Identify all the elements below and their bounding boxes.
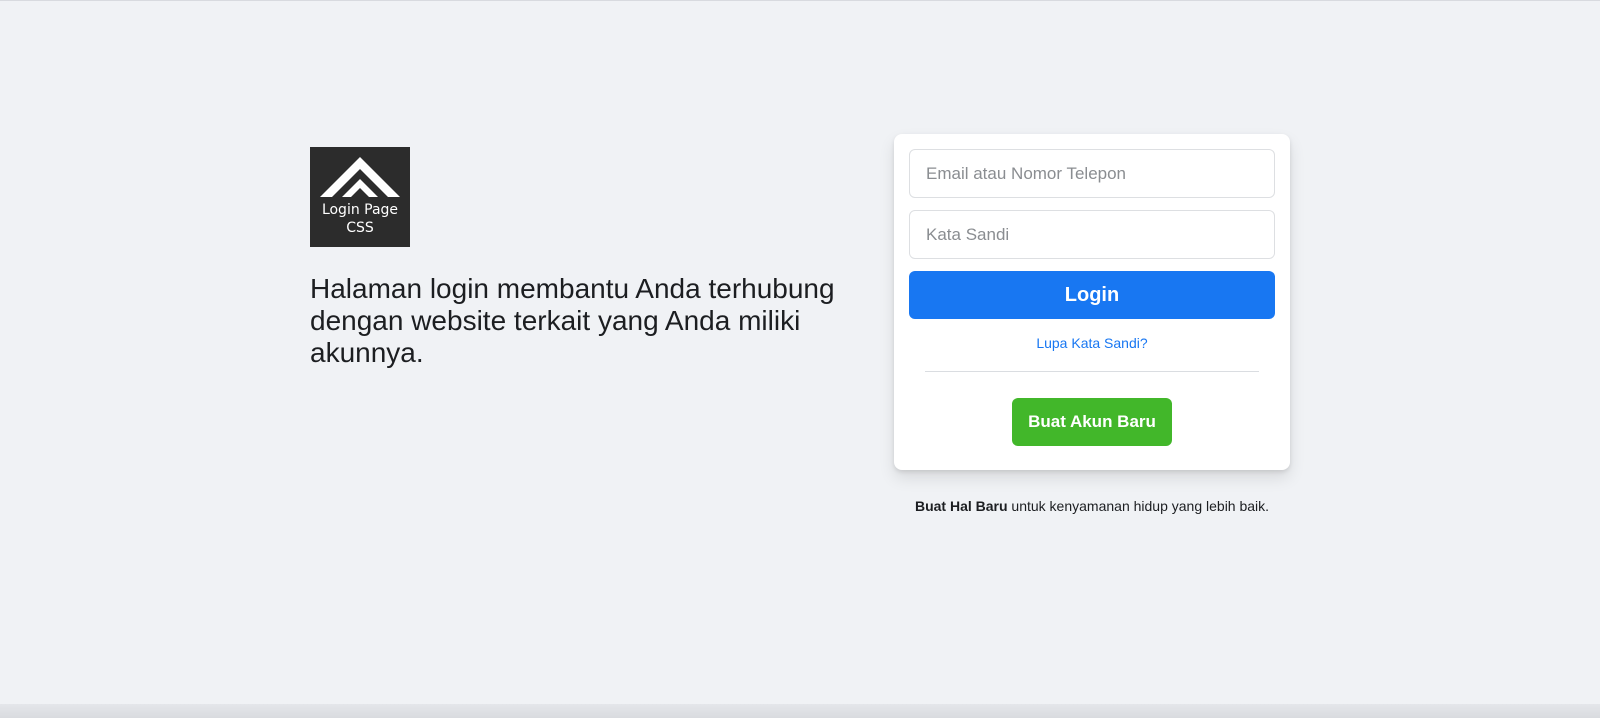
login-page: Login Page CSS Halaman login membantu An…: [0, 0, 1600, 718]
divider: [925, 371, 1259, 372]
login-card: Login Lupa Kata Sandi? Buat Akun Baru: [894, 134, 1290, 470]
bottom-bar: [0, 704, 1600, 718]
forgot-password-link[interactable]: Lupa Kata Sandi?: [909, 335, 1275, 351]
tagline: Halaman login membantu Anda terhubung de…: [310, 273, 835, 368]
create-account-button[interactable]: Buat Akun Baru: [1012, 398, 1172, 446]
logo: Login Page CSS: [310, 147, 410, 247]
footer-text: untuk kenyamanan hidup yang lebih baik.: [1007, 498, 1270, 514]
footer-note: Buat Hal Baru untuk kenyamanan hidup yan…: [894, 498, 1290, 514]
password-field[interactable]: [909, 210, 1275, 259]
logo-line-1: Login Page: [321, 202, 399, 218]
email-field[interactable]: [909, 149, 1275, 198]
logo-line-2: CSS: [346, 220, 374, 236]
double-chevron-up-icon: [320, 157, 400, 197]
logo-text: Login Page CSS: [322, 201, 398, 237]
create-account-wrap: Buat Akun Baru: [909, 398, 1275, 446]
login-button[interactable]: Login: [909, 271, 1275, 319]
brand-section: Login Page CSS Halaman login membantu An…: [310, 147, 850, 369]
footer-bold-link[interactable]: Buat Hal Baru: [915, 498, 1008, 514]
